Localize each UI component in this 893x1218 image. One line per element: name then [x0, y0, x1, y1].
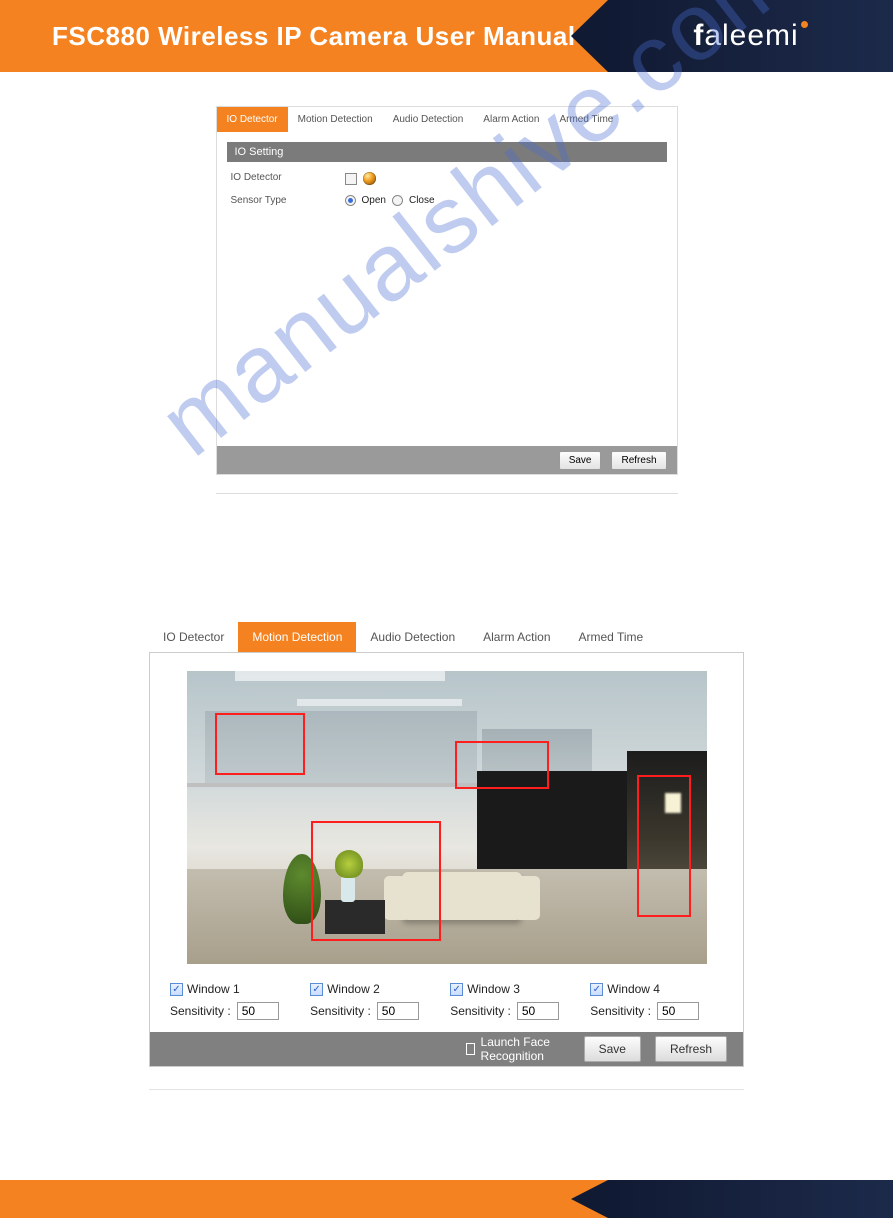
io-footer: Save Refresh [217, 446, 677, 474]
tab2-io-detector[interactable]: IO Detector [149, 622, 238, 652]
window3-checkbox[interactable]: ✓ [450, 983, 463, 996]
motion-refresh-button[interactable]: Refresh [655, 1036, 727, 1062]
footer-navy [608, 1180, 893, 1218]
io-refresh-button[interactable]: Refresh [611, 451, 666, 470]
header-orange: FSC880 Wireless IP Camera User Manual [0, 0, 608, 72]
tab-motion-detection[interactable]: Motion Detection [288, 107, 383, 132]
launch-face-control: Launch Face Recognition [466, 1035, 570, 1063]
window4-col: ✓ Window 4 Sensitivity : [590, 982, 723, 1020]
window1-checkbox[interactable]: ✓ [170, 983, 183, 996]
window1-label: Window 1 [187, 982, 240, 996]
divider-2 [149, 1089, 744, 1090]
window4-checkbox[interactable]: ✓ [590, 983, 603, 996]
sensor-type-row: Sensor Type Open Close [227, 195, 667, 206]
tab-io-detector[interactable]: IO Detector [217, 107, 288, 132]
preview-light1 [235, 671, 445, 681]
window1-col: ✓ Window 1 Sensitivity : [170, 982, 303, 1020]
tab-audio-detection[interactable]: Audio Detection [383, 107, 474, 132]
sensor-close-radio[interactable] [392, 195, 403, 206]
window1-sens-input[interactable] [237, 1002, 279, 1020]
footer-chevron [571, 1180, 608, 1218]
motion-tabs: IO Detector Motion Detection Audio Detec… [149, 622, 744, 652]
window2-sens-input[interactable] [377, 1002, 419, 1020]
footer-orange [0, 1180, 608, 1218]
io-detector-row: IO Detector [227, 172, 667, 185]
page-body: manualshive.com IO Detector Motion Detec… [0, 72, 893, 1090]
tab2-alarm-action[interactable]: Alarm Action [469, 622, 564, 652]
detection-zone-3[interactable] [311, 821, 441, 941]
tab2-motion-detection[interactable]: Motion Detection [238, 622, 356, 652]
io-section-title: IO Setting [227, 142, 667, 162]
tab2-armed-time[interactable]: Armed Time [565, 622, 658, 652]
status-bulb-icon [363, 172, 376, 185]
camera-preview[interactable] [187, 671, 707, 964]
window3-label: Window 3 [467, 982, 520, 996]
page-title: FSC880 Wireless IP Camera User Manual [52, 21, 576, 52]
sensor-open-text: Open [362, 195, 386, 206]
tab-alarm-action[interactable]: Alarm Action [473, 107, 549, 132]
io-detector-label: IO Detector [227, 172, 345, 185]
motion-panel: ✓ Window 1 Sensitivity : ✓ Window 2 Sensit… [149, 652, 744, 1067]
header-chevron [571, 0, 608, 72]
io-panel-body: IO Setting IO Detector Sensor Type Open … [217, 132, 677, 474]
tab2-audio-detection[interactable]: Audio Detection [356, 622, 469, 652]
window1-sens-label: Sensitivity : [170, 1004, 231, 1018]
window3-sens-label: Sensitivity : [450, 1004, 511, 1018]
header-navy: faleemi [608, 0, 893, 72]
window-controls: ✓ Window 1 Sensitivity : ✓ Window 2 Sensit… [170, 982, 723, 1020]
divider-1 [216, 493, 678, 494]
motion-save-button[interactable]: Save [584, 1036, 641, 1062]
window2-sens-label: Sensitivity : [310, 1004, 371, 1018]
window2-col: ✓ Window 2 Sensitivity : [310, 982, 443, 1020]
launch-face-checkbox[interactable] [466, 1043, 475, 1055]
io-detector-checkbox[interactable] [345, 173, 357, 185]
window4-label: Window 4 [607, 982, 660, 996]
header-banner: FSC880 Wireless IP Camera User Manual fa… [0, 0, 893, 72]
sensor-type-label: Sensor Type [227, 195, 345, 206]
io-save-button[interactable]: Save [559, 451, 602, 470]
logo-dot-icon [801, 21, 808, 28]
window3-col: ✓ Window 3 Sensitivity : [450, 982, 583, 1020]
window4-sens-label: Sensitivity : [590, 1004, 651, 1018]
sensor-open-radio[interactable] [345, 195, 356, 206]
detection-zone-4[interactable] [637, 775, 691, 917]
preview-light2 [297, 699, 462, 706]
window4-sens-input[interactable] [657, 1002, 699, 1020]
motion-detection-wrap: IO Detector Motion Detection Audio Detec… [149, 622, 744, 1067]
launch-face-label: Launch Face Recognition [481, 1035, 570, 1063]
io-detector-panel: IO Detector Motion Detection Audio Detec… [216, 106, 678, 475]
detection-zone-1[interactable] [215, 713, 305, 775]
motion-footer: Launch Face Recognition Save Refresh [150, 1032, 743, 1066]
window2-label: Window 2 [327, 982, 380, 996]
detection-zone-2[interactable] [455, 741, 549, 789]
window3-sens-input[interactable] [517, 1002, 559, 1020]
footer-banner [0, 1180, 893, 1218]
window2-checkbox[interactable]: ✓ [310, 983, 323, 996]
io-tabs: IO Detector Motion Detection Audio Detec… [217, 107, 677, 132]
brand-logo: faleemi [693, 19, 807, 53]
sensor-close-text: Close [409, 195, 435, 206]
tab-armed-time[interactable]: Armed Time [549, 107, 623, 132]
preview-rail [187, 783, 487, 787]
